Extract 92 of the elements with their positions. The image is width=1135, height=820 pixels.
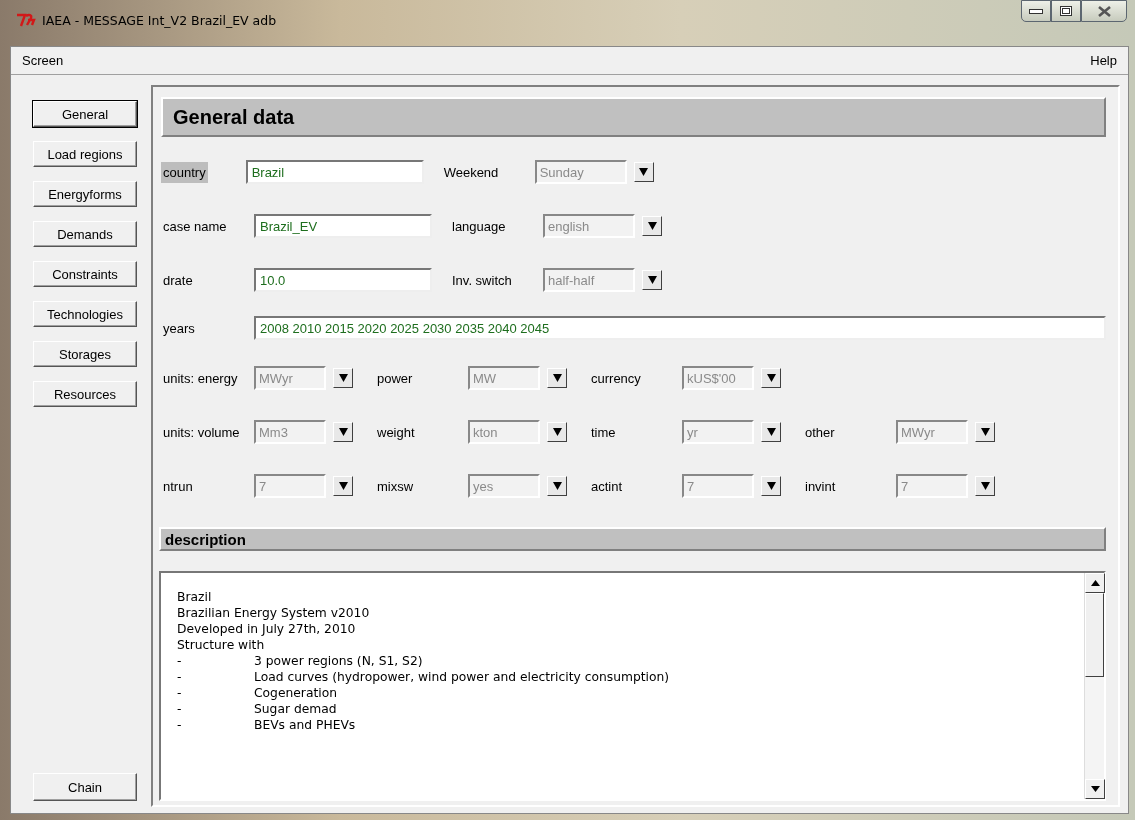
field-label: mixsw [376,477,415,496]
description-box[interactable] [159,571,1106,801]
section-heading: description [159,527,1106,551]
dropdown-button[interactable] [547,422,567,442]
nav-button[interactable]: Energyforms [33,181,137,207]
nav-button[interactable]: Technologies [33,301,137,327]
field-label: years [162,319,196,338]
dropdown-button[interactable] [975,422,995,442]
minimize-icon [1029,8,1043,14]
dash-marker: - [177,669,183,685]
dropdown-button[interactable] [761,422,781,442]
description-line: Cogeneration [254,686,337,700]
description-line: 3 power regions (N, S1, S2) [254,654,423,668]
description-line: Brazilian Energy System v2010 [177,606,370,620]
dash-marker: - [177,653,183,669]
down-arrow-icon [766,428,776,436]
dropdown-button[interactable] [642,270,662,290]
down-arrow-icon [647,222,657,230]
menu-item[interactable]: Screen [19,51,67,70]
nav-button[interactable]: Demands [33,221,137,247]
up-arrow-icon [1090,580,1100,586]
dropdown-button[interactable] [761,476,781,496]
field-label: drate [162,271,194,290]
dash-marker: - [177,685,183,701]
nav-button[interactable]: Load regions [33,141,137,167]
section-heading: General data [161,97,1106,137]
dropdown-button[interactable] [975,476,995,496]
close-icon [1097,5,1111,17]
text-field[interactable]: 10.0 [254,268,432,292]
text-field[interactable]: Brazil [245,160,424,184]
dropdown-button[interactable] [547,368,567,388]
field-label: currency [590,369,642,388]
dropdown-button[interactable] [333,476,353,496]
description-line: Structure with [177,638,265,652]
down-arrow-icon [647,276,657,284]
dropdown-button[interactable] [333,422,353,442]
menu-item[interactable]: Help [1087,51,1120,70]
maximize-icon [1060,6,1072,16]
minimize-button[interactable] [1021,0,1051,22]
down-arrow-icon [980,482,990,490]
dash-marker: - [177,717,183,733]
down-arrow-icon [639,168,649,176]
down-arrow-icon [1090,786,1100,792]
field-label: time [590,423,617,442]
field-label: power [376,369,414,388]
field-label: units: volume [162,423,241,442]
description-line: Developed in July 27th, 2010 [177,622,356,636]
text-field[interactable]: Brazil_EV [254,214,432,238]
field-label: other [804,423,836,442]
down-arrow-icon [552,374,562,382]
nav-button[interactable]: Constraints [33,261,137,287]
scroll-up-button[interactable] [1085,573,1105,593]
dash-marker: - [177,701,183,717]
field-label: Weekend [442,163,500,182]
field-label: invint [804,477,837,496]
dropdown-button[interactable] [761,368,781,388]
scrollbar[interactable] [1084,573,1104,799]
field-label: units: energy [162,369,239,388]
down-arrow-icon [338,374,348,382]
window-title: IAEA - MESSAGE Int_V2 Brazil_EV adb [42,12,277,28]
scroll-down-button[interactable] [1085,779,1105,799]
dropdown-button[interactable] [547,476,567,496]
description-line: BEVs and PHEVs [254,718,356,732]
down-arrow-icon [980,428,990,436]
scroll-thumb[interactable] [1085,593,1104,677]
down-arrow-icon [552,428,562,436]
maximize-button[interactable] [1051,0,1081,22]
field-label: weight [376,423,416,442]
down-arrow-icon [766,482,776,490]
nav-button[interactable]: Resources [33,381,137,407]
field-label: Inv. switch [451,271,513,290]
field-label: actint [590,477,624,496]
close-button[interactable] [1081,0,1127,22]
chain-button[interactable]: Chain [33,773,137,801]
down-arrow-icon [552,482,562,490]
field-label: language [451,217,507,236]
field-label: case name [162,217,228,236]
field-label: ntrun [162,477,194,496]
dropdown-button[interactable] [642,216,662,236]
description-line: Load curves (hydropower, wind power and electricity consumption) [254,670,670,684]
dropdown-button[interactable] [333,368,353,388]
description-line: Sugar demad [254,702,337,716]
dropdown-button[interactable] [633,162,654,182]
down-arrow-icon [338,428,348,436]
down-arrow-icon [338,482,348,490]
description-line: Brazil [177,590,212,604]
nav-button[interactable]: General [33,101,137,127]
app-logo-icon [16,13,36,27]
nav-button[interactable]: Storages [33,341,137,367]
down-arrow-icon [766,374,776,382]
text-field[interactable]: 2008 2010 2015 2020 2025 2030 2035 2040 2045 [254,316,1106,340]
field-label: country [161,161,208,183]
